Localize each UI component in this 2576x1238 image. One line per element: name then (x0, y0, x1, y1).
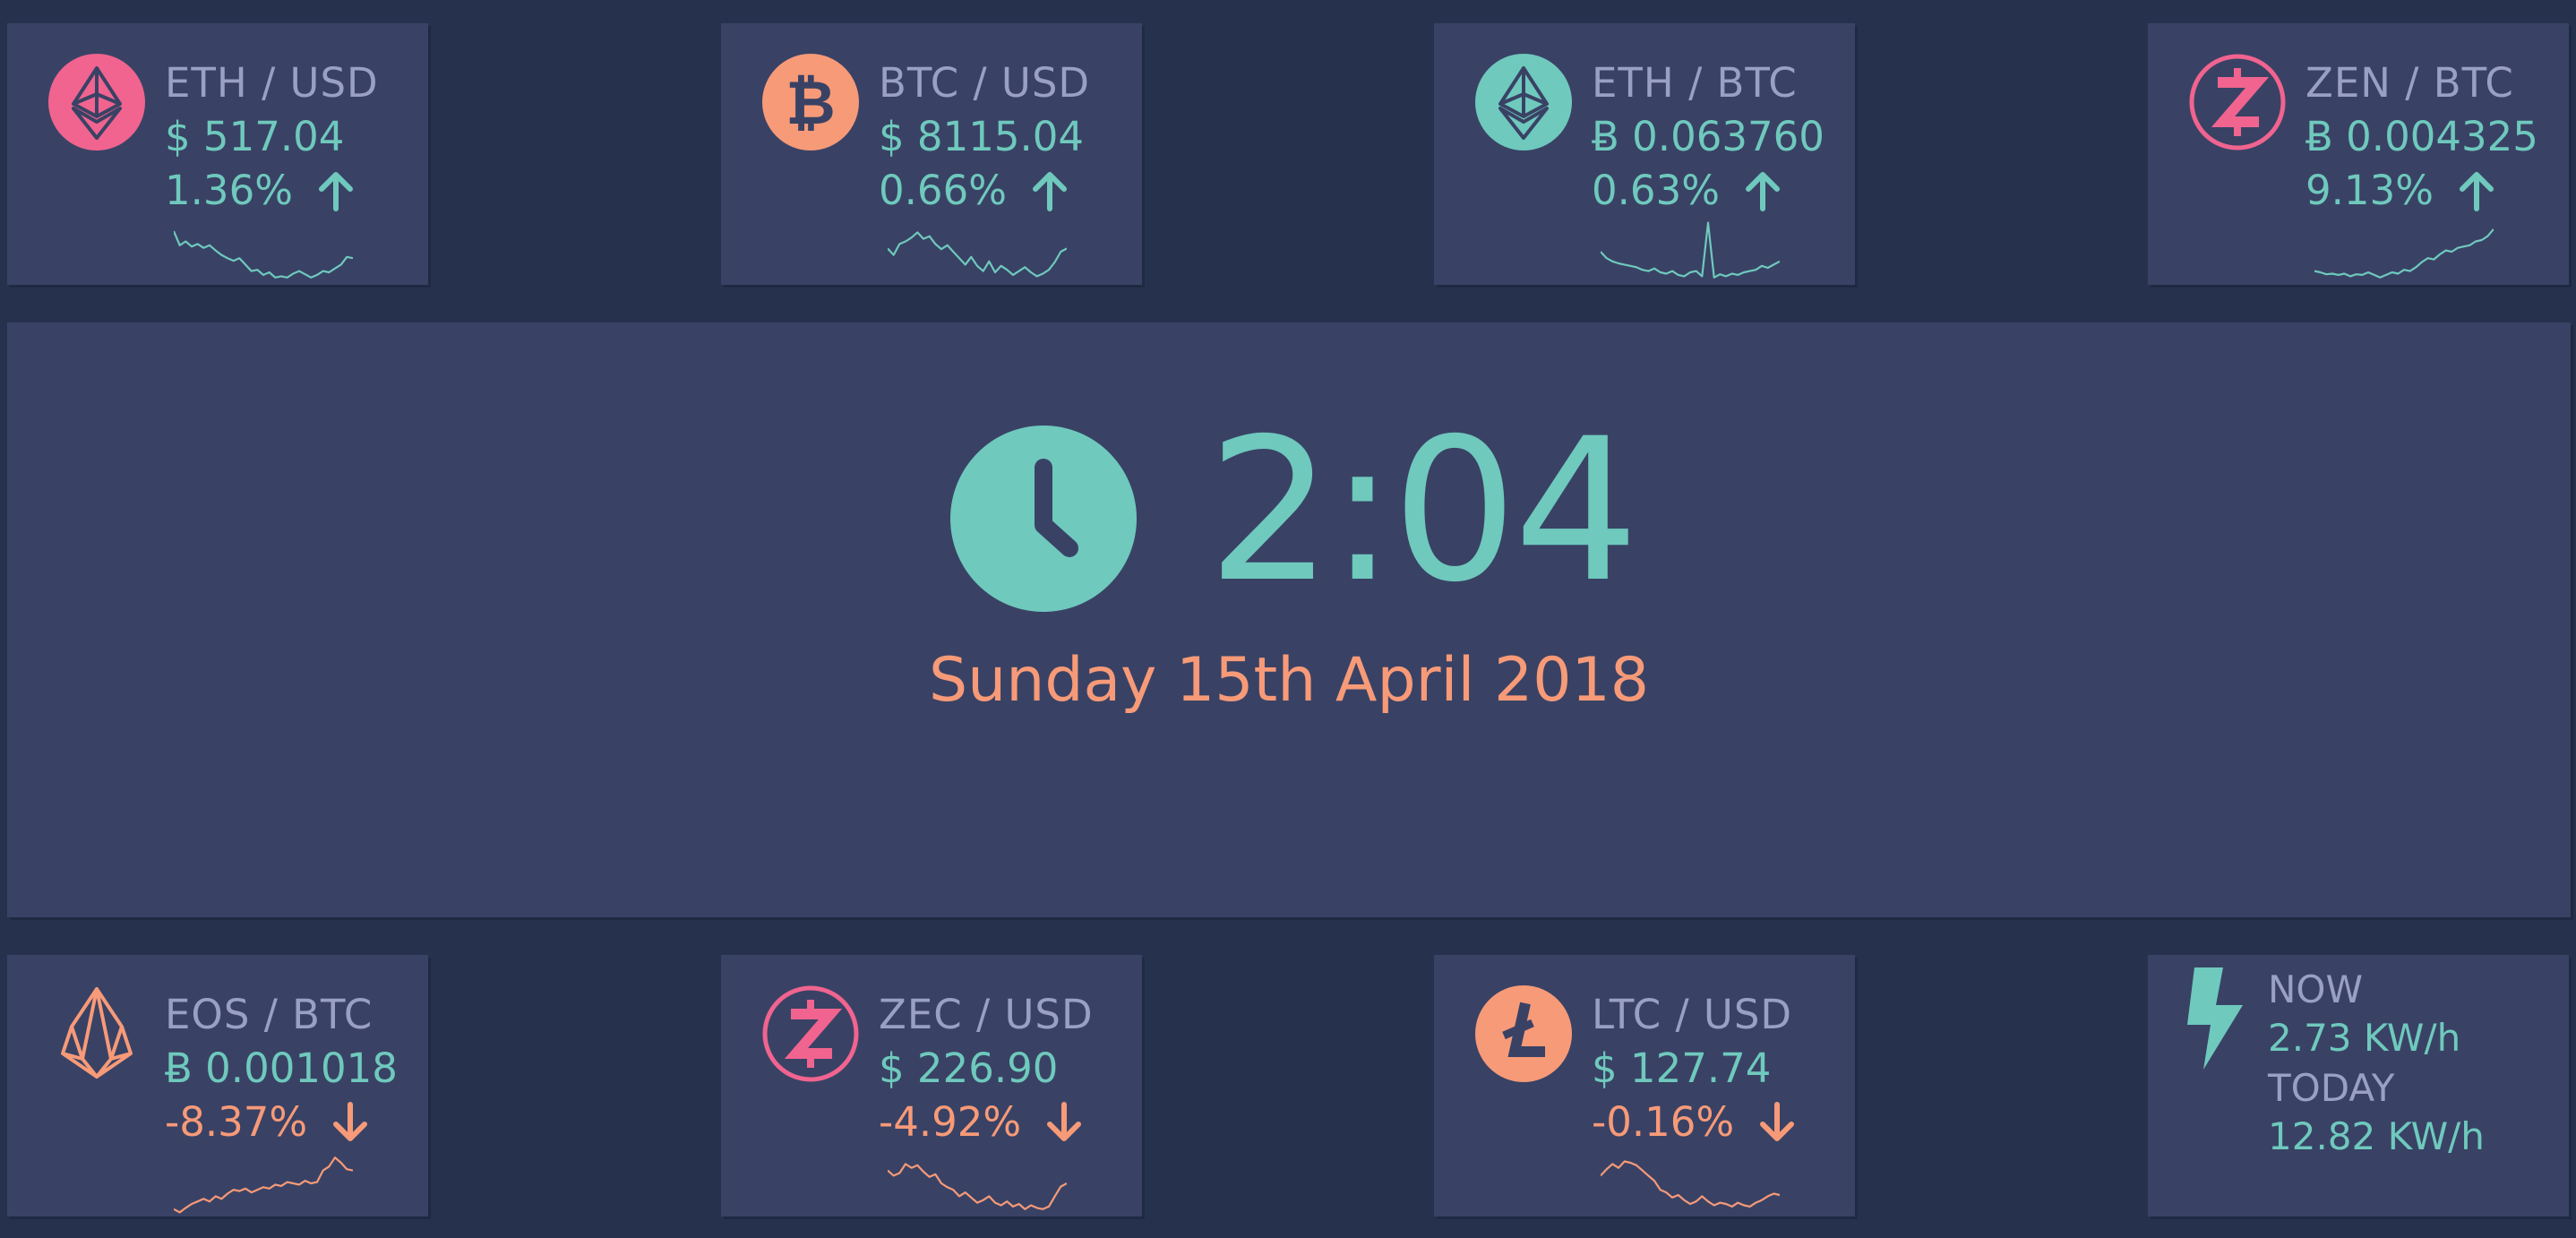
pair-label: EOS / BTC (165, 991, 374, 1038)
arrow-up-icon (1032, 171, 1067, 211)
change-percent: 1.36% (165, 167, 293, 214)
change-percent: -4.92% (879, 1098, 1022, 1146)
pair-label: BTC / USD (879, 59, 1091, 107)
price-value: Ƀ 0.063760 (1592, 113, 1825, 160)
power-now-label: NOW (2268, 967, 2364, 1011)
svg-text:₿: ₿ (786, 68, 835, 139)
sparkline-path (888, 231, 1067, 278)
pair-label: ETH / USD (165, 59, 379, 107)
change-row: 9.13% (2306, 167, 2496, 214)
ticker-card-btc-usd: ₿ BTC / USD $ 8115.04 0.66% (721, 23, 1142, 285)
ticker-card-eth-btc: ETH / BTC Ƀ 0.063760 0.63% (1434, 23, 1855, 285)
change-percent: 0.63% (1592, 167, 1720, 214)
power-now-value: 2.73 KW/h (2268, 1016, 2461, 1060)
clock-icon (950, 426, 1137, 612)
ticker-card-eos-btc: EOS / BTC Ƀ 0.001018 -8.37% (7, 955, 428, 1217)
price-sparkline (2314, 228, 2494, 279)
zen-icon (2189, 54, 2286, 150)
change-percent: -8.37% (165, 1098, 308, 1146)
lightning-icon (2187, 967, 2243, 1070)
price-value: $ 226.90 (879, 1045, 1059, 1092)
price-value: $ 127.74 (1592, 1045, 1772, 1092)
price-sparkline (1601, 1160, 1780, 1208)
arrow-down-icon (1760, 1101, 1795, 1141)
ethereum-icon (1475, 54, 1572, 150)
eos-icon (61, 987, 133, 1079)
ticker-card-eth-usd: ETH / USD $ 517.04 1.36% (7, 23, 428, 285)
sparkline-path (174, 1156, 353, 1214)
pair-label: ETH / BTC (1592, 59, 1798, 107)
arrow-up-icon (318, 171, 353, 211)
bitcoin-icon: ₿ (762, 54, 859, 150)
current-date: Sunday 15th April 2018 (928, 645, 1650, 716)
change-row: -0.16% (1592, 1098, 1797, 1146)
change-percent: 9.13% (2306, 167, 2434, 214)
ethereum-icon (48, 54, 145, 150)
litecoin-icon (1475, 985, 1572, 1082)
price-sparkline (174, 1156, 353, 1214)
change-percent: 0.66% (879, 167, 1007, 214)
power-usage-card: NOW 2.73 KW/h TODAY 12.82 KW/h (2148, 955, 2569, 1217)
change-row: 1.36% (165, 167, 356, 214)
ticker-card-zec-usd: ZEC / USD $ 226.90 -4.92% (721, 955, 1142, 1217)
zcash-icon (762, 985, 859, 1082)
ticker-card-ltc-usd: LTC / USD $ 127.74 -0.16% (1434, 955, 1855, 1217)
sparkline-path (1601, 221, 1780, 279)
sparkline-path (1601, 1160, 1780, 1208)
sparkline-path (174, 230, 353, 279)
price-sparkline (888, 231, 1067, 278)
sparkline-path (2314, 228, 2494, 279)
ticker-card-zen-btc: ZEN / BTC Ƀ 0.004325 9.13% (2148, 23, 2569, 285)
arrow-up-icon (1745, 171, 1780, 211)
price-value: $ 517.04 (165, 113, 345, 160)
price-sparkline (1601, 221, 1780, 279)
price-sparkline (174, 230, 353, 279)
arrow-up-icon (2459, 171, 2494, 211)
arrow-down-icon (1047, 1101, 1082, 1141)
change-row: 0.66% (879, 167, 1069, 214)
pair-label: ZEC / USD (879, 991, 1094, 1038)
pair-label: LTC / USD (1592, 991, 1793, 1038)
current-time: 2:04 (1207, 396, 1639, 625)
change-row: 0.63% (1592, 167, 1782, 214)
change-percent: -0.16% (1592, 1098, 1735, 1146)
pair-label: ZEN / BTC (2306, 59, 2514, 107)
clock-panel: 2:04 Sunday 15th April 2018 (7, 322, 2571, 917)
power-today-label: TODAY (2268, 1066, 2395, 1110)
price-sparkline (888, 1163, 1067, 1210)
price-value: Ƀ 0.001018 (165, 1045, 398, 1092)
sparkline-path (888, 1163, 1067, 1210)
change-row: -4.92% (879, 1098, 1084, 1146)
price-value: $ 8115.04 (879, 113, 1085, 160)
price-value: Ƀ 0.004325 (2306, 113, 2538, 160)
arrow-down-icon (333, 1101, 368, 1141)
change-row: -8.37% (165, 1098, 370, 1146)
power-today-value: 12.82 KW/h (2268, 1114, 2485, 1158)
